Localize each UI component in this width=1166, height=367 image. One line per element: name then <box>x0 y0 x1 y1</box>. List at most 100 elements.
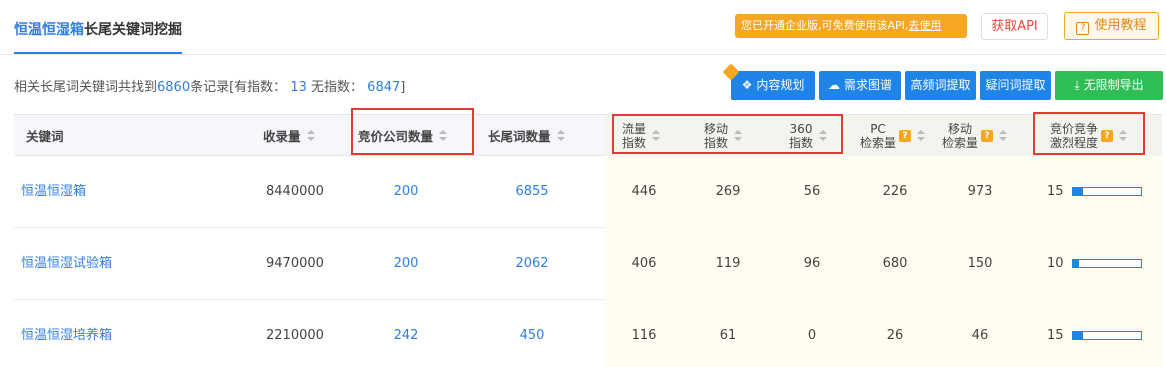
sort-icon[interactable] <box>556 129 565 142</box>
table-header: 关键词 收录量 竞价公司数量 长尾词数量 流量 指数 移动 指数 360 指数 PC 检… <box>14 115 1162 156</box>
summary-total: 6860 <box>157 80 191 95</box>
col-indexed[interactable]: 收录量 <box>263 115 315 156</box>
table-row: 恒温恒湿箱 8440000 200 6855 446 269 56 226 97… <box>14 156 1162 228</box>
enterprise-notice: 您已开通企业版,可免费使用该API,去使用 <box>735 14 967 38</box>
cell-bid-companies[interactable]: 200 <box>376 156 436 228</box>
keyword-link[interactable]: 恒温恒湿试验箱 <box>21 228 112 300</box>
col-keyword-label: 关键词 <box>26 129 64 144</box>
col-longtail-label: 长尾词数量 <box>488 129 551 144</box>
cell-mobile: 269 <box>715 184 741 199</box>
col-traffic-index[interactable]: 流量 指数 <box>622 115 661 156</box>
sort-icon[interactable] <box>999 129 1008 142</box>
cell-bid-companies[interactable]: 242 <box>376 300 436 367</box>
col-indexed-label: 收录量 <box>263 129 301 144</box>
high-freq-extract-button[interactable]: 高频词提取 <box>905 71 976 100</box>
keyword-link[interactable]: 恒温恒湿培养箱 <box>21 300 112 367</box>
cell-pc-search: 26 <box>886 328 904 343</box>
sort-icon[interactable] <box>439 129 448 142</box>
col-pc-line2: 检索量 <box>860 135 897 150</box>
notice-text: 您已开通企业版,可免费使用该API, <box>741 19 909 32</box>
cell-indexed: 8440000 <box>266 184 324 199</box>
cell-pc-search: 226 <box>882 184 908 199</box>
col-bid-companies[interactable]: 竞价公司数量 <box>358 115 448 156</box>
help-icon: ? <box>1076 22 1090 35</box>
cell-360: 0 <box>807 328 817 343</box>
share-icon: ❖ <box>741 78 753 92</box>
col-360-index[interactable]: 360 指数 <box>789 115 828 156</box>
content-planning-label: 内容规划 <box>756 78 805 92</box>
competition-bar <box>1071 331 1142 340</box>
col-msearch-line1: 移动 <box>948 121 973 136</box>
sort-icon[interactable] <box>1119 129 1128 142</box>
col-mobile-search-label: 移动 检索量 <box>942 122 978 150</box>
content-planning-button[interactable]: ❖ 内容规划 <box>722 63 815 100</box>
tab-longtail-mining[interactable]: 恒温恒湿箱长尾关键词挖掘 <box>14 20 182 54</box>
demand-graph-button[interactable]: ☁ 需求图谱 <box>819 71 901 100</box>
col-360-label: 360 指数 <box>789 122 813 150</box>
cell-indexed: 9470000 <box>266 256 324 271</box>
tab-label: 长尾关键词挖掘 <box>84 22 182 38</box>
col-mobile-index[interactable]: 移动 指数 <box>704 115 743 156</box>
demand-graph-label: 需求图谱 <box>843 78 892 92</box>
result-summary: 相关长尾词关键词共找到6860条记录[有指数： 13 无指数： 6847] <box>14 76 405 95</box>
competition-bar <box>1071 187 1142 196</box>
col-mobile-line1: 移动 <box>704 121 729 136</box>
cloud-icon: ☁ <box>827 78 840 92</box>
unlimited-export-label: 无限制导出 <box>1083 78 1144 92</box>
competition-value: 15 <box>1047 328 1064 343</box>
vip-diamond-icon <box>722 63 740 81</box>
col-360-line2: 指数 <box>789 135 814 150</box>
cell-bid-companies[interactable]: 200 <box>376 228 436 300</box>
col-mobile-line2: 指数 <box>704 135 729 150</box>
question-extract-button[interactable]: 疑问词提取 <box>980 71 1051 100</box>
sort-icon[interactable] <box>917 129 926 142</box>
get-api-button[interactable]: 获取API <box>981 13 1048 40</box>
competition-value: 15 <box>1047 184 1064 199</box>
summary-no-index: 6847 <box>367 80 401 95</box>
sort-icon[interactable] <box>652 129 661 142</box>
col-pc-search[interactable]: PC 检索量? <box>860 115 926 156</box>
cell-longtail[interactable]: 6855 <box>502 156 562 228</box>
col-competition[interactable]: 竞价竞争 激烈程度? <box>1050 115 1128 156</box>
cell-pc-search: 680 <box>882 256 908 271</box>
col-pc-search-label: PC 检索量 <box>860 122 896 150</box>
col-msearch-line2: 检索量 <box>942 135 979 150</box>
col-competition-label: 竞价竞争 激烈程度 <box>1050 122 1098 150</box>
notice-use-link[interactable]: 去使用 <box>908 19 941 32</box>
table-row: 恒温恒湿培养箱 2210000 242 450 116 61 0 26 46 1… <box>14 300 1162 367</box>
cell-competition: 15 <box>1047 156 1142 228</box>
sort-icon[interactable] <box>306 129 315 142</box>
cell-traffic: 446 <box>631 184 657 199</box>
sort-icon[interactable] <box>734 129 743 142</box>
competition-bar-fill <box>1072 260 1080 267</box>
summary-middle: 条记录[有指数： <box>190 80 287 95</box>
col-pc-line1: PC <box>870 121 886 136</box>
keyword-link[interactable]: 恒温恒湿箱 <box>21 156 86 228</box>
summary-suffix: ] <box>400 80 406 95</box>
col-traffic-line2: 指数 <box>622 135 647 150</box>
col-traffic-line1: 流量 <box>622 121 647 136</box>
col-bid-companies-label: 竞价公司数量 <box>358 129 434 144</box>
unlimited-export-button[interactable]: ⤓ 无限制导出 <box>1055 71 1163 100</box>
help-icon[interactable]: ? <box>1101 129 1114 142</box>
competition-bar-fill <box>1072 332 1083 339</box>
col-comp-line2: 激烈程度 <box>1050 135 1099 150</box>
cell-longtail[interactable]: 450 <box>502 300 562 367</box>
col-360-line1: 360 <box>789 121 813 136</box>
col-longtail[interactable]: 长尾词数量 <box>488 115 565 156</box>
tab-keyword: 恒温恒湿箱 <box>14 22 84 38</box>
sort-icon[interactable] <box>819 129 828 142</box>
summary-prefix: 相关长尾词关键词共找到 <box>14 80 158 95</box>
table-row: 恒温恒湿试验箱 9470000 200 2062 406 119 96 680 … <box>14 228 1162 300</box>
summary-no-index-label: 无指数： <box>311 80 364 95</box>
help-icon[interactable]: ? <box>981 129 994 142</box>
cell-traffic: 116 <box>631 328 657 343</box>
cell-competition: 15 <box>1047 300 1142 367</box>
tutorial-label: 使用教程 <box>1094 18 1147 33</box>
cell-mobile-search: 46 <box>971 328 989 343</box>
col-mobile-search[interactable]: 移动 检索量? <box>942 115 1008 156</box>
help-icon[interactable]: ? <box>899 129 912 142</box>
cell-longtail[interactable]: 2062 <box>502 228 562 300</box>
tutorial-button[interactable]: ? 使用教程 <box>1064 12 1159 40</box>
cell-mobile: 61 <box>719 328 737 343</box>
